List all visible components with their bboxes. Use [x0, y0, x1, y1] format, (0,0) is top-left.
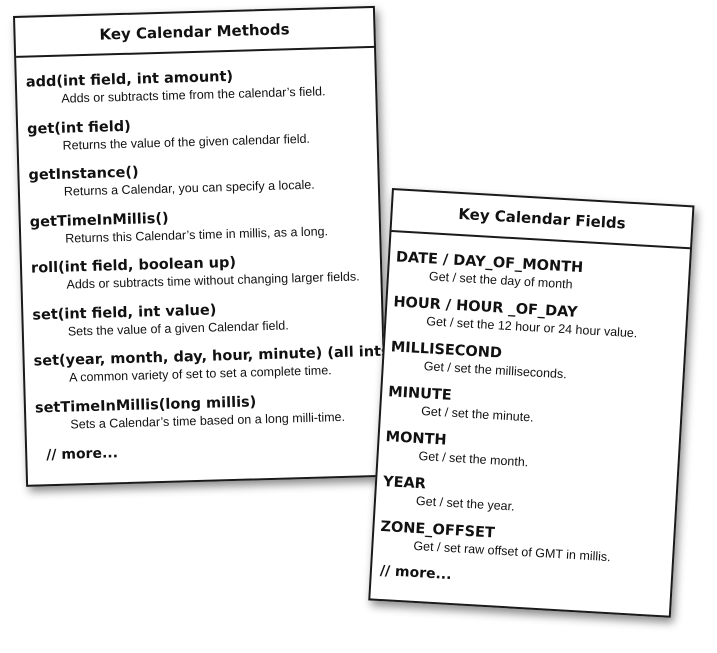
- methods-card: Key Calendar Methods add(int field, int …: [13, 5, 397, 487]
- method-entry: setTimeInMillis(long millis) Sets a Cale…: [35, 389, 385, 445]
- fields-list: DATE / DAY_OF_MONTH Get / set the day of…: [371, 232, 689, 596]
- fields-card: Key Calendar Fields DATE / DAY_OF_MONTH …: [368, 188, 695, 618]
- methods-list: add(int field, int amount) Adds or subtr…: [16, 48, 397, 464]
